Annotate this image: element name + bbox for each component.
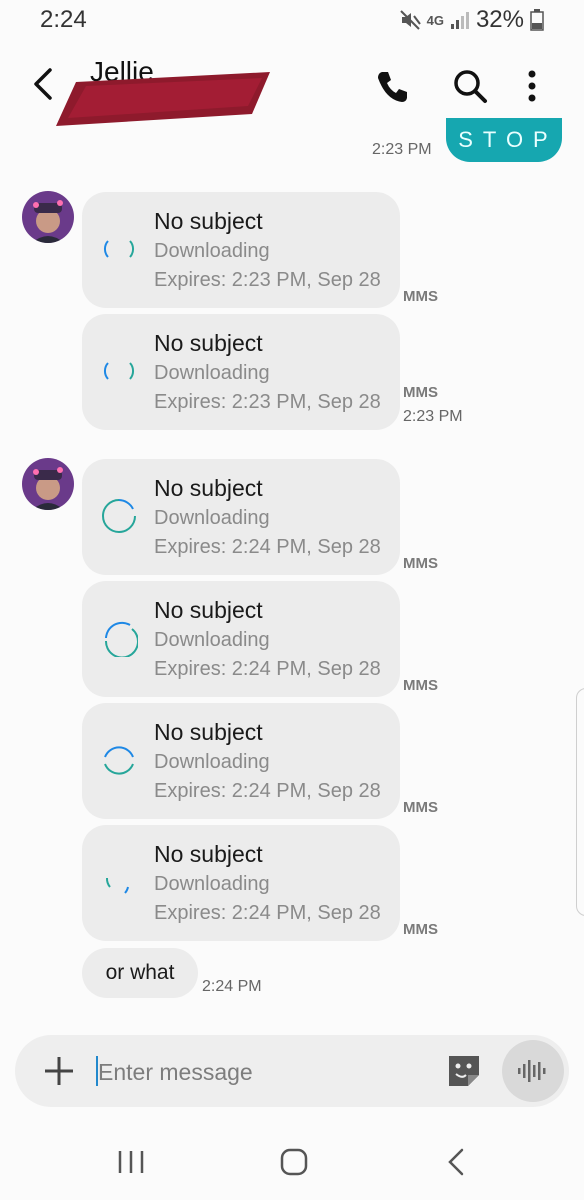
text-cursor <box>96 1056 98 1086</box>
mms-status: Downloading <box>154 751 270 773</box>
home-icon[interactable] <box>278 1146 310 1178</box>
phone-icon[interactable] <box>372 66 412 106</box>
loading-spinner-icon <box>102 499 136 533</box>
mms-subject: No subject <box>154 330 263 356</box>
more-vert-icon[interactable] <box>520 66 544 106</box>
mms-expiry: Expires: 2:24 PM, Sep 28 <box>154 780 381 802</box>
search-icon[interactable] <box>450 66 490 106</box>
mms-tag: MMS <box>403 677 438 694</box>
mms-bubble[interactable]: No subject Downloading Expires: 2:23 PM,… <box>82 192 400 308</box>
mms-tag: MMS <box>403 384 438 401</box>
mms-tag: MMS <box>403 555 438 572</box>
plus-icon[interactable] <box>40 1052 78 1090</box>
text-message-bubble[interactable]: or what <box>82 948 198 998</box>
message-time: 2:23 PM <box>372 141 432 158</box>
mms-status: Downloading <box>154 240 270 262</box>
loading-spinner-icon <box>104 621 138 657</box>
loading-spinner-icon <box>104 362 134 380</box>
redaction-mark <box>56 72 270 126</box>
mms-status: Downloading <box>154 629 270 651</box>
mms-status: Downloading <box>154 507 270 529</box>
message-time: 2:24 PM <box>202 978 262 995</box>
message-time: 2:23 PM <box>403 408 463 425</box>
sticker-icon[interactable] <box>446 1053 482 1089</box>
loading-spinner-icon <box>104 746 134 775</box>
voice-icon <box>518 1060 546 1082</box>
mms-status: Downloading <box>154 873 270 895</box>
voice-input-button[interactable] <box>502 1040 564 1102</box>
mms-expiry: Expires: 2:23 PM, Sep 28 <box>154 391 381 413</box>
mms-expiry: Expires: 2:24 PM, Sep 28 <box>154 536 381 558</box>
mms-bubble[interactable]: No subject Downloading Expires: 2:23 PM,… <box>82 314 400 430</box>
mms-bubble[interactable]: No subject Downloading Expires: 2:24 PM,… <box>82 825 400 941</box>
signal-icon <box>450 12 469 29</box>
mms-bubble[interactable]: No subject Downloading Expires: 2:24 PM,… <box>82 581 400 697</box>
mms-expiry: Expires: 2:24 PM, Sep 28 <box>154 902 381 924</box>
battery-icon <box>530 9 544 31</box>
mms-expiry: Expires: 2:23 PM, Sep 28 <box>154 269 381 291</box>
contact-avatar[interactable] <box>22 458 74 510</box>
sent-message-bubble[interactable]: STOP <box>446 118 562 162</box>
mms-bubble[interactable]: No subject Downloading Expires: 2:24 PM,… <box>82 703 400 819</box>
mms-subject: No subject <box>154 841 263 867</box>
loading-spinner-icon <box>106 877 129 894</box>
message-input[interactable] <box>96 1049 430 1095</box>
mms-tag: MMS <box>403 921 438 938</box>
mms-expiry: Expires: 2:24 PM, Sep 28 <box>154 658 381 680</box>
mms-subject: No subject <box>154 208 263 234</box>
mms-status: Downloading <box>154 362 270 384</box>
recents-icon[interactable] <box>114 1148 148 1176</box>
status-icons: 4G 32% <box>399 6 544 34</box>
contact-avatar[interactable] <box>22 191 74 243</box>
mms-subject: No subject <box>154 475 263 501</box>
network-type: 4G <box>426 12 444 28</box>
mms-bubble[interactable]: No subject Downloading Expires: 2:24 PM,… <box>82 459 400 575</box>
mms-subject: No subject <box>154 597 263 623</box>
loading-spinner-icon <box>104 240 134 258</box>
mms-subject: No subject <box>154 719 263 745</box>
mms-tag: MMS <box>403 799 438 816</box>
scrollbar[interactable] <box>576 688 584 916</box>
nav-back-icon[interactable] <box>442 1146 472 1178</box>
status-time: 2:24 <box>40 6 87 33</box>
mms-tag: MMS <box>403 288 438 305</box>
mute-icon <box>399 10 421 30</box>
battery-percent: 32% <box>475 6 524 33</box>
